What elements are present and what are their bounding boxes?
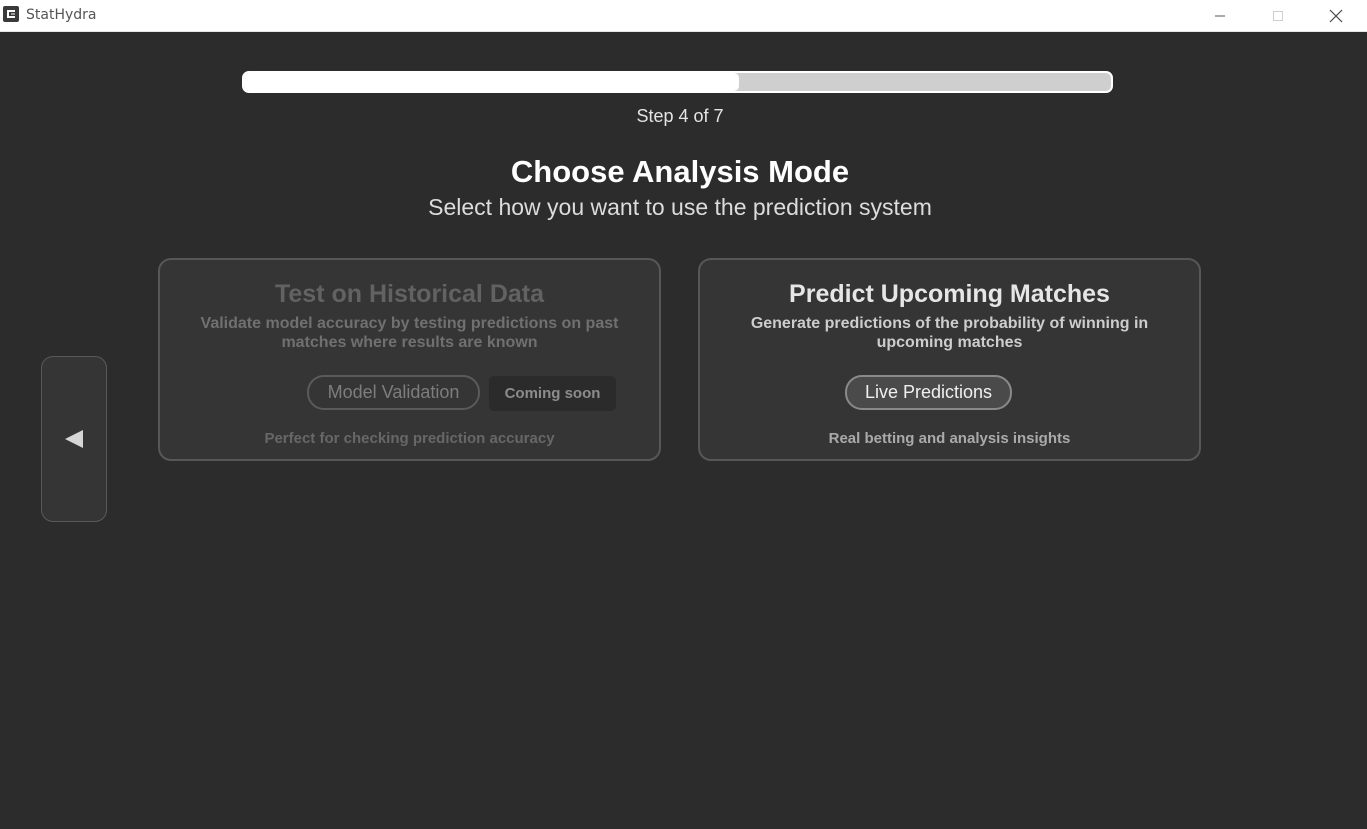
model-validation-button: Model Validation [307,375,480,410]
live-predictions-button[interactable]: Live Predictions [845,375,1012,410]
app-logo-icon [3,6,19,22]
card-description: Validate model accuracy by testing predi… [200,315,619,351]
progress-bar [242,71,1113,93]
step-indicator: Step 4 of 7 [636,106,724,126]
card-title: Test on Historical Data [274,280,545,308]
title-bar: StatHydra [0,0,1367,32]
window-title: StatHydra [26,7,97,23]
minimize-icon [1215,15,1225,16]
upcoming-mode-card[interactable]: Predict Upcoming Matches Generate predic… [698,258,1201,461]
historical-mode-card: Test on Historical Data Validate model a… [158,258,661,461]
card-title: Predict Upcoming Matches [789,280,1110,308]
card-note: Perfect for checking prediction accuracy [264,430,555,447]
triangle-left-icon [65,430,83,448]
card-description: Generate predictions of the probability … [750,315,1149,351]
page-subtitle: Select how you want to use the predictio… [428,194,932,220]
minimize-button[interactable] [1191,0,1249,31]
back-button[interactable] [41,356,107,522]
progress-bar-fill [244,73,740,91]
close-button[interactable] [1307,0,1365,31]
coming-soon-badge: Coming soon [489,376,616,411]
page-title: Choose Analysis Mode [510,154,850,189]
maximize-button[interactable] [1249,0,1307,31]
close-icon [1329,9,1343,22]
card-note: Real betting and analysis insights [828,430,1071,447]
maximize-icon [1273,10,1283,21]
